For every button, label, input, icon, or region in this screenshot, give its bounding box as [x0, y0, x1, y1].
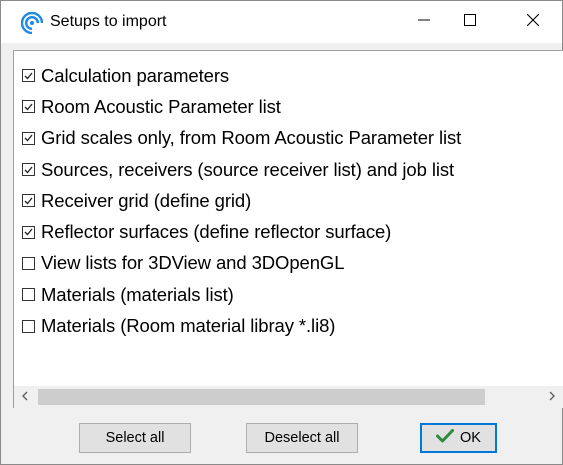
list-item[interactable]: Reflector surfaces (define reflector sur… [22, 216, 461, 247]
chevron-left-icon [21, 388, 29, 406]
select-all-button[interactable]: Select all [79, 423, 191, 453]
close-icon [526, 13, 540, 31]
list-item[interactable]: Calculation parameters [22, 60, 461, 91]
close-button[interactable] [510, 1, 556, 43]
check-icon [24, 197, 33, 205]
list-item[interactable]: Sources, receivers (source receiver list… [22, 154, 461, 185]
checkmark-icon [436, 429, 455, 447]
scroll-left-button[interactable] [14, 386, 36, 408]
checkbox[interactable] [22, 256, 35, 270]
setup-list-panel: Calculation parameters Room Acoustic Par… [13, 50, 563, 408]
check-icon [24, 72, 33, 80]
minimize-button[interactable] [401, 1, 447, 43]
window-title: Setups to import [50, 13, 167, 30]
list-item[interactable]: Grid scales only, from Room Acoustic Par… [22, 123, 461, 154]
check-icon [24, 134, 33, 142]
app-icon [20, 11, 44, 35]
checkbox[interactable] [22, 100, 35, 114]
item-label: Grid scales only, from Room Acoustic Par… [41, 127, 462, 149]
item-label: Reflector surfaces (define reflector sur… [41, 221, 392, 243]
item-label: Materials (Room material libray *.li8) [41, 315, 336, 337]
scrollbar-thumb[interactable] [38, 389, 485, 405]
ok-label: OK [460, 430, 481, 446]
item-label: Room Acoustic Parameter list [41, 95, 281, 117]
item-label: Receiver grid (define grid) [41, 189, 252, 211]
item-label: View lists for 3DView and 3DOpenGL [41, 252, 345, 274]
checkbox[interactable] [22, 319, 35, 333]
list-item[interactable]: Materials (Room material libray *.li8) [22, 310, 461, 341]
maximize-button[interactable] [447, 1, 493, 43]
ok-button-content: OK [436, 429, 481, 447]
list-item[interactable]: Room Acoustic Parameter list [22, 91, 461, 122]
title-bar[interactable]: Setups to import [1, 1, 562, 43]
minimize-icon [418, 13, 430, 31]
checkbox[interactable] [22, 225, 35, 239]
checkbox[interactable] [22, 131, 35, 145]
checkbox[interactable] [22, 194, 35, 208]
item-label: Calculation parameters [41, 64, 230, 86]
check-icon [24, 228, 33, 236]
checkbox[interactable] [22, 288, 35, 302]
item-label: Materials (materials list) [41, 283, 234, 305]
ok-button[interactable]: OK [420, 423, 497, 453]
checkbox[interactable] [22, 69, 35, 83]
checkbox[interactable] [22, 163, 35, 177]
item-label: Sources, receivers (source receiver list… [41, 158, 455, 180]
list-item[interactable]: View lists for 3DView and 3DOpenGL [22, 248, 461, 279]
maximize-icon [464, 13, 476, 31]
chevron-right-icon [548, 388, 556, 406]
list-item[interactable]: Materials (materials list) [22, 279, 461, 310]
list-item[interactable]: Receiver grid (define grid) [22, 185, 461, 216]
check-icon [24, 166, 33, 173]
import-setups-dialog: Setups to import Calculation parameters [0, 0, 563, 465]
scroll-right-button[interactable] [541, 386, 563, 408]
horizontal-scrollbar[interactable] [14, 386, 563, 408]
setup-checklist: Calculation parameters Room Acoustic Par… [22, 60, 461, 342]
check-icon [24, 103, 33, 111]
deselect-all-button[interactable]: Deselect all [246, 423, 358, 453]
